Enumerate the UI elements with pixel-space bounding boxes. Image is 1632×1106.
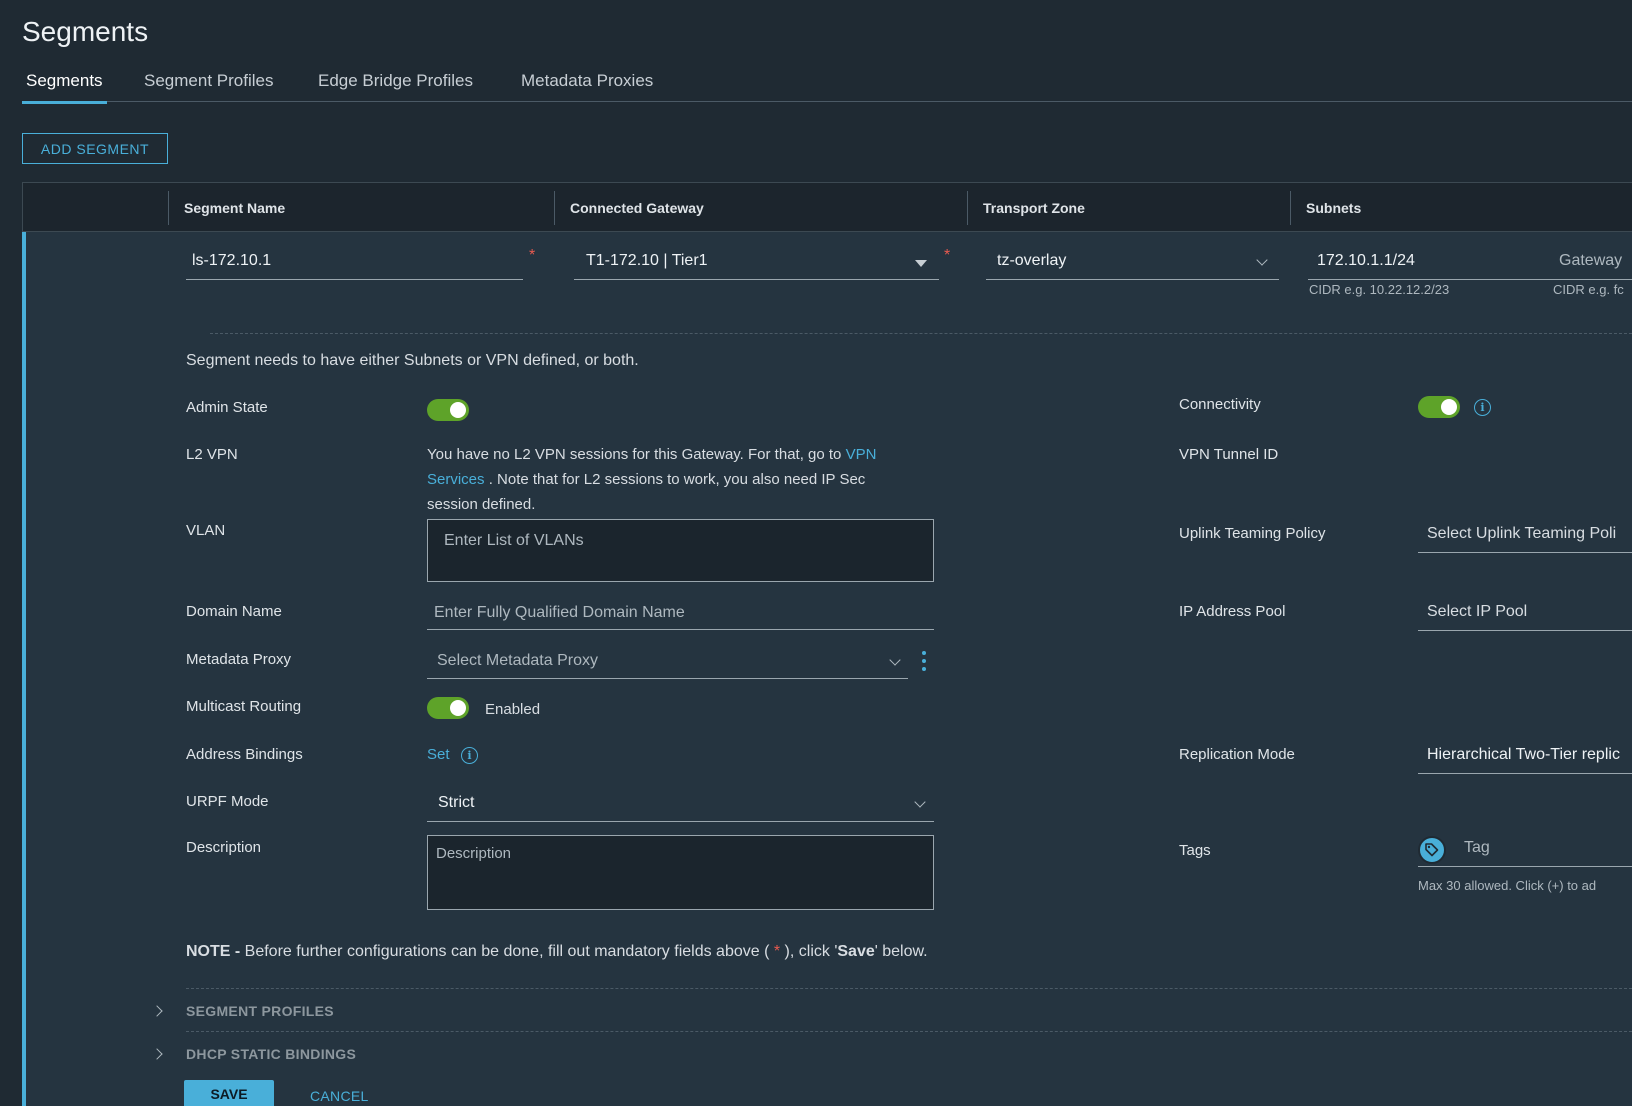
column-separator [967,191,968,225]
description-input[interactable]: Description [427,835,934,910]
description-label: Description [186,839,262,856]
connectivity-label: Connectivity [1179,396,1261,413]
chevron-down-icon [1256,254,1268,266]
tab-metadata-proxies[interactable]: Metadata Proxies [517,71,657,101]
subnets-vpn-notice: Segment needs to have either Subnets or … [186,352,639,369]
urpf-mode-select[interactable]: Strict [427,788,934,822]
mandatory-fields-note: NOTE - Before further configurations can… [186,943,928,961]
multicast-status: Enabled [485,701,541,718]
gateway-placeholder: Gateway [1559,252,1623,269]
info-icon[interactable]: i [461,747,478,764]
note-text-2: ), click ' [780,943,838,960]
note-label: NOTE - [186,943,241,960]
vpn-services-link[interactable]: VPN [846,446,877,463]
chevron-down-icon [889,654,901,666]
chevron-down-icon [914,796,926,808]
multicast-routing-toggle[interactable] [427,697,469,719]
address-bindings-label: Address Bindings [186,746,303,763]
uplink-teaming-policy-label: Uplink Teaming Policy [1179,525,1326,542]
column-header-subnets[interactable]: Subnets [1306,200,1361,216]
tab-edge-bridge-profiles[interactable]: Edge Bridge Profiles [314,71,477,101]
required-marker: * [529,247,536,264]
cancel-button[interactable]: CANCEL [310,1088,369,1104]
column-header-transport-zone[interactable]: Transport Zone [983,200,1085,216]
subnet-gateway-input[interactable]: 172.10.1.1/24 Gateway [1308,246,1632,280]
ip-address-pool-placeholder: Select IP Pool [1427,603,1528,620]
note-save-word: Save [837,943,875,960]
tag-input[interactable]: Tag [1418,833,1632,867]
urpf-mode-value: Strict [438,794,475,811]
uplink-teaming-policy-placeholder: Select Uplink Teaming Poli [1427,525,1617,542]
urpf-mode-label: URPF Mode [186,793,269,810]
tab-segments[interactable]: Segments [22,71,107,104]
metadata-proxy-select[interactable]: Select Metadata Proxy [427,646,908,679]
column-separator [1290,191,1291,225]
replication-mode-select[interactable]: Hierarchical Two-Tier replic [1418,740,1632,774]
vlan-input[interactable]: Enter List of VLANs [427,519,934,582]
uplink-teaming-policy-select[interactable]: Select Uplink Teaming Poli [1418,519,1632,553]
l2vpn-label: L2 VPN [186,446,238,463]
domain-name-input[interactable]: Enter Fully Qualified Domain Name [427,598,934,630]
description-placeholder: Description [436,845,512,862]
tags-hint: Max 30 allowed. Click (+) to ad [1418,878,1597,893]
note-text-1: Before further configurations can be don… [240,943,774,960]
tags-label: Tags [1179,842,1211,859]
segment-edit-row: ls-172.10.1 * T1-172.10 | Tier1 * tz-ove… [22,232,1632,1106]
segment-name-value: ls-172.10.1 [192,252,272,269]
vlan-placeholder: Enter List of VLANs [444,532,584,549]
column-separator [168,191,169,225]
ip-address-pool-select[interactable]: Select IP Pool [1418,597,1632,631]
page-title: Segments [22,16,149,47]
address-bindings-set-link[interactable]: Set [427,746,450,763]
divider [210,333,1632,334]
required-marker: * [944,247,951,264]
segment-name-input[interactable]: ls-172.10.1 [186,246,523,280]
l2vpn-text-1: You have no L2 VPN sessions for this Gat… [427,446,842,463]
chevron-right-icon[interactable] [151,1048,163,1060]
divider [186,988,1632,989]
tab-segment-profiles[interactable]: Segment Profiles [140,71,277,101]
column-separator [554,191,555,225]
dhcp-static-bindings-section[interactable]: DHCP STATIC BINDINGS [186,1046,356,1062]
multicast-routing-label: Multicast Routing [186,698,302,715]
ip-address-pool-label: IP Address Pool [1179,603,1286,620]
metadata-proxy-placeholder: Select Metadata Proxy [437,652,598,669]
metadata-proxy-label: Metadata Proxy [186,651,292,668]
more-actions-icon[interactable] [922,651,926,675]
vlan-label: VLAN [186,522,226,539]
transport-zone-select[interactable]: tz-overlay [986,246,1279,280]
divider [186,1031,1632,1032]
domain-name-label: Domain Name [186,603,282,620]
subnet-value: 172.10.1.1/24 [1317,252,1415,269]
table-header: Segment Name Connected Gateway Transport… [22,182,1632,232]
column-header-connected-gateway[interactable]: Connected Gateway [570,200,704,216]
caret-down-icon [915,260,927,267]
info-icon[interactable]: i [1474,399,1491,416]
note-text-3: ' below. [874,943,928,960]
subnet-hint: CIDR e.g. 10.22.12.2/23 [1309,282,1450,297]
tag-icon[interactable] [1418,836,1446,864]
admin-state-toggle[interactable] [427,399,469,421]
connectivity-toggle[interactable] [1418,396,1460,418]
column-header-segment-name[interactable]: Segment Name [184,200,285,216]
replication-mode-label: Replication Mode [1179,746,1295,763]
transport-zone-value: tz-overlay [997,252,1067,269]
l2vpn-text-3: session defined. [427,496,536,513]
replication-mode-value: Hierarchical Two-Tier replic [1427,746,1620,763]
connected-gateway-select[interactable]: T1-172.10 | Tier1 [574,246,939,280]
vpn-tunnel-id-label: VPN Tunnel ID [1179,446,1279,463]
admin-state-label: Admin State [186,399,268,416]
tag-placeholder: Tag [1464,839,1490,856]
l2vpn-message: You have no L2 VPN sessions for this Gat… [427,442,927,517]
l2vpn-text-2: . Note that for L2 sessions to work, you… [488,471,866,488]
domain-name-placeholder: Enter Fully Qualified Domain Name [434,604,685,621]
chevron-right-icon[interactable] [151,1005,163,1017]
add-segment-button[interactable]: ADD SEGMENT [22,133,168,164]
gateway-hint: CIDR e.g. fc [1553,282,1624,297]
segment-profiles-section[interactable]: SEGMENT PROFILES [186,1003,334,1019]
tab-bar: Segments Segment Profiles Edge Bridge Pr… [22,66,1632,104]
connected-gateway-value: T1-172.10 | Tier1 [586,252,708,269]
save-button[interactable]: SAVE [184,1080,274,1106]
vpn-services-link-continued[interactable]: Services [427,471,485,488]
